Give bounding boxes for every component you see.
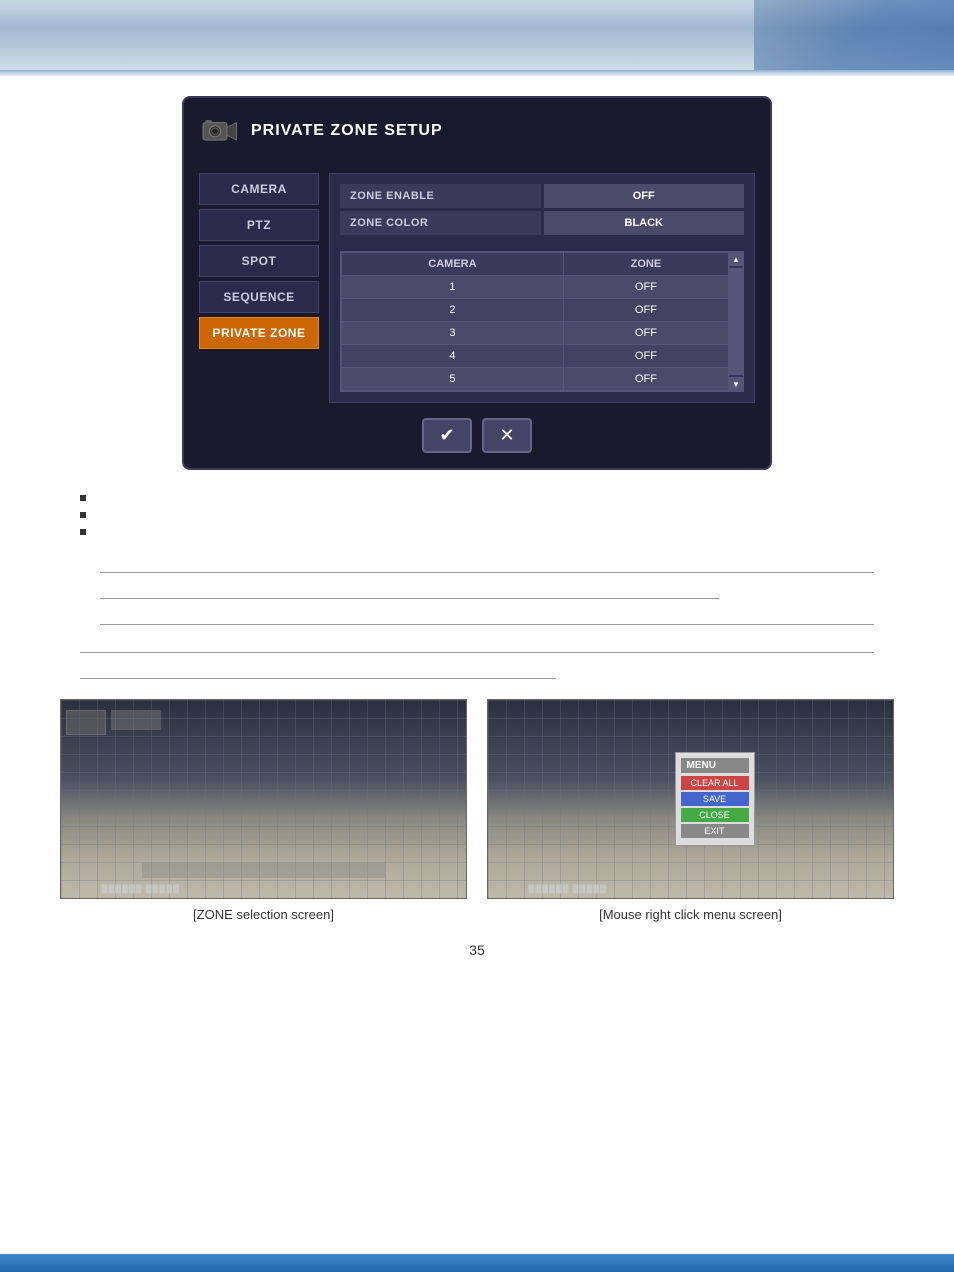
- bullet-section: [80, 490, 874, 535]
- zone-val: OFF: [563, 345, 728, 368]
- sidebar-item-ptz[interactable]: PTZ: [199, 209, 319, 241]
- scrollbar[interactable]: ▲ ▼: [729, 252, 743, 391]
- camera-num: 2: [342, 299, 564, 322]
- table-row[interactable]: 4 OFF: [342, 345, 729, 368]
- zone-enable-label: ZONE ENABLE: [340, 184, 541, 208]
- underline-line-2: [100, 581, 719, 599]
- table-row[interactable]: 1 OFF: [342, 276, 729, 299]
- bullet-item-1: [80, 490, 874, 501]
- dialog-box: PRIVATE ZONE SETUP CAMERA PTZ SPOT SEQUE…: [182, 96, 772, 470]
- menu-item-clear-all: CLEAR ALL: [681, 776, 749, 790]
- underline-line2-1: [80, 635, 874, 653]
- scroll-up-button[interactable]: ▲: [729, 252, 743, 266]
- screenshot-right-click-menu: MENU CLEAR ALL SAVE CLOSE EXIT ▓▓▓▓▓▓ ▓▓…: [487, 699, 894, 922]
- underline-line-3: [100, 607, 874, 625]
- cancel-button[interactable]: ✕: [482, 418, 532, 453]
- dialog-footer: ✔ ✕: [199, 418, 755, 453]
- menu-item-save: SAVE: [681, 792, 749, 806]
- camera-icon: [199, 113, 239, 148]
- dialog-body: CAMERA PTZ SPOT SEQUENCE PRIVATE ZONE ZO…: [199, 173, 755, 403]
- sidebar-item-spot[interactable]: SPOT: [199, 245, 319, 277]
- menu-item-exit: EXIT: [681, 824, 749, 838]
- screenshots-section: ▓▓▓▓▓▓ ▓▓▓▓▓ [ZONE selection screen] MEN…: [60, 699, 894, 922]
- bullet-dot: [80, 512, 86, 518]
- confirm-button[interactable]: ✔: [422, 418, 472, 453]
- camera-num: 1: [342, 276, 564, 299]
- sidebar-menu: CAMERA PTZ SPOT SEQUENCE PRIVATE ZONE: [199, 173, 319, 403]
- zone-enable-value[interactable]: OFF: [544, 184, 745, 208]
- col-header-camera: CAMERA: [342, 253, 564, 276]
- settings-grid: ZONE ENABLE OFF ZONE COLOR BLACK: [340, 184, 744, 235]
- camera-num: 5: [342, 368, 564, 391]
- zone-table: CAMERA ZONE 1 OFF 2 OFF: [341, 252, 729, 391]
- screenshot-frame-right: MENU CLEAR ALL SAVE CLOSE EXIT ▓▓▓▓▓▓ ▓▓…: [487, 699, 894, 899]
- zone-table-wrapper: CAMERA ZONE 1 OFF 2 OFF: [340, 251, 744, 392]
- scroll-down-button[interactable]: ▼: [729, 377, 743, 391]
- dialog-header: PRIVATE ZONE SETUP: [199, 113, 755, 158]
- table-row[interactable]: 2 OFF: [342, 299, 729, 322]
- camera-num: 3: [342, 322, 564, 345]
- sidebar-item-private-zone[interactable]: PRIVATE ZONE: [199, 317, 319, 349]
- zone-color-value[interactable]: BLACK: [544, 211, 745, 235]
- zone-val: OFF: [563, 299, 728, 322]
- table-row[interactable]: 3 OFF: [342, 322, 729, 345]
- zone-color-label: ZONE COLOR: [340, 211, 541, 235]
- dialog-title: PRIVATE ZONE SETUP: [251, 122, 443, 140]
- header: [0, 0, 954, 70]
- menu-item-close: CLOSE: [681, 808, 749, 822]
- page-number: 35: [40, 942, 914, 958]
- footer-bar: [0, 1254, 954, 1272]
- bullet-dot: [80, 495, 86, 501]
- underline-section-2: [80, 635, 874, 679]
- col-header-zone: ZONE: [563, 253, 728, 276]
- underline-line-1: [100, 555, 874, 573]
- bullet-item-3: [80, 524, 874, 535]
- screenshot-zone-selection: ▓▓▓▓▓▓ ▓▓▓▓▓ [ZONE selection screen]: [60, 699, 467, 922]
- main-content: PRIVATE ZONE SETUP CAMERA PTZ SPOT SEQUE…: [0, 76, 954, 998]
- underline-section-1: [100, 555, 874, 625]
- sidebar-item-camera[interactable]: CAMERA: [199, 173, 319, 205]
- zone-val: OFF: [563, 322, 728, 345]
- bullet-dot: [80, 529, 86, 535]
- zone-val: OFF: [563, 368, 728, 391]
- table-row[interactable]: 5 OFF: [342, 368, 729, 391]
- content-panel: ZONE ENABLE OFF ZONE COLOR BLACK CAMERA …: [329, 173, 755, 403]
- camera-num: 4: [342, 345, 564, 368]
- right-click-menu-overlay: MENU CLEAR ALL SAVE CLOSE EXIT: [675, 752, 755, 846]
- scroll-thumb[interactable]: [729, 268, 743, 375]
- screenshot-frame-left: ▓▓▓▓▓▓ ▓▓▓▓▓: [60, 699, 467, 899]
- sidebar-item-sequence[interactable]: SEQUENCE: [199, 281, 319, 313]
- screenshot-label-right: [Mouse right click menu screen]: [599, 907, 782, 922]
- underline-line2-2: [80, 661, 556, 679]
- bullet-item-2: [80, 507, 874, 518]
- menu-overlay-title: MENU: [681, 758, 749, 773]
- zone-val: OFF: [563, 276, 728, 299]
- screenshot-label-left: [ZONE selection screen]: [193, 907, 334, 922]
